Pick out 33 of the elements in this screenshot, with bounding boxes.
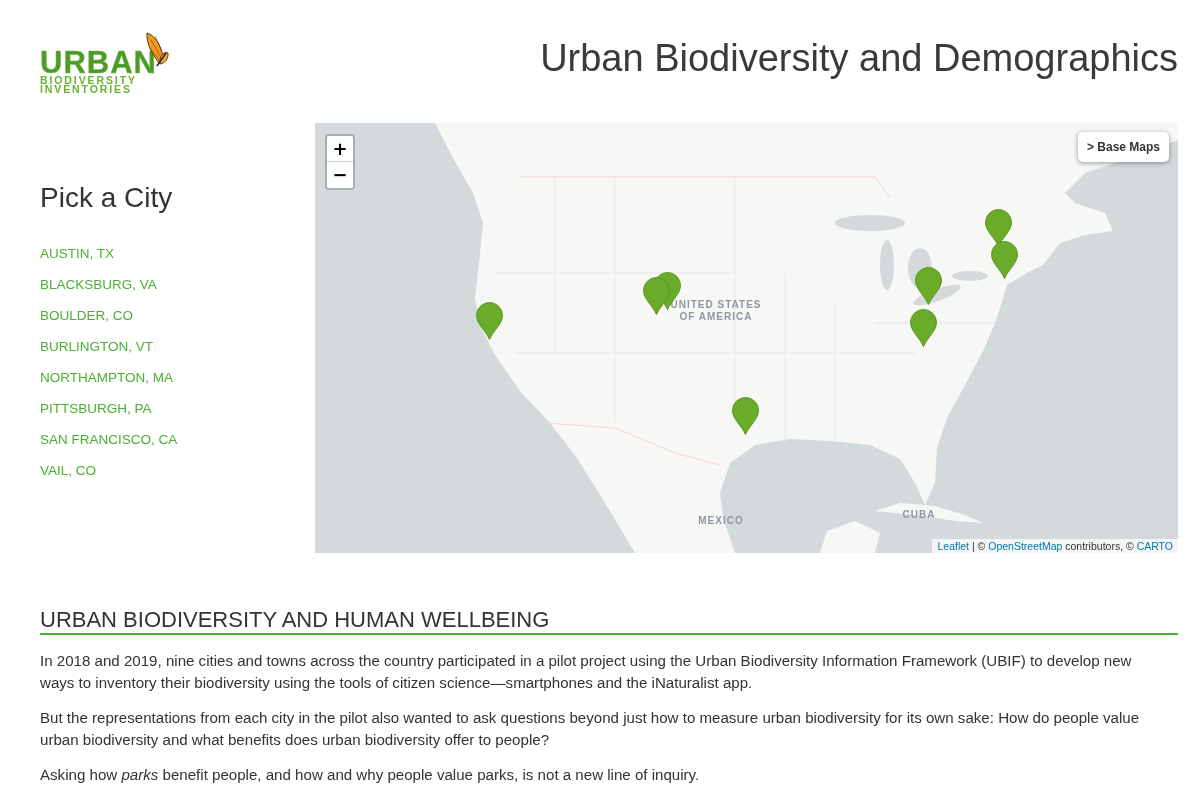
- sidebar-heading: Pick a City: [40, 181, 173, 215]
- city-link[interactable]: AUSTIN, TX: [40, 238, 114, 269]
- map-pin-icon[interactable]: [732, 397, 759, 435]
- page-title: Urban Biodiversity and Demographics: [540, 36, 1178, 81]
- city-link[interactable]: BLACKSBURG, VA: [40, 269, 157, 300]
- city-link[interactable]: BURLINGTON, VT: [40, 331, 154, 362]
- attribution-link[interactable]: OpenStreetMap: [988, 540, 1063, 552]
- zoom-out-button[interactable]: −: [327, 162, 353, 188]
- map-label: UNITED STATES OF AMERICA: [669, 299, 763, 323]
- section-heading: URBAN BIODIVERSITY AND HUMAN WELLBEING: [40, 607, 1178, 635]
- body-paragraph: In 2018 and 2019, nine cities and towns across the country participated in a pilot project using the Urban Biodiversity Information Framework (UBIF) to develop new ways to inventory their biodiversity using the tools of citizen science—smartphones and the iNaturalist app.: [40, 651, 1133, 693]
- body-paragraph: But the representations from each city in the pilot also wanted to ask questions beyond just how to measure urban biodiversity for its own sake: How do people value urban biodiversity and what benefits does urban biodiversity offer to people?: [40, 708, 1141, 750]
- city-link[interactable]: NORTHAMPTON, MA: [40, 362, 173, 393]
- map-pin-icon[interactable]: [476, 302, 503, 340]
- city-link[interactable]: BOULDER, CO: [40, 300, 134, 331]
- logo-text: URBAN: [40, 49, 157, 76]
- base-maps-button[interactable]: > Base Maps: [1077, 132, 1169, 162]
- city-link[interactable]: PITTSBURGH, PA: [40, 393, 152, 424]
- body-paragraph: Asking how parks benefit people, and how and why people value parks, is not a new line of inquiry.: [40, 765, 701, 785]
- map-attribution: Leaflet | © OpenStreetMap contributors, © CARTO: [932, 539, 1178, 553]
- attribution-link[interactable]: CARTO: [1136, 540, 1173, 552]
- attribution-link[interactable]: Leaflet: [937, 540, 969, 552]
- map-pin-icon[interactable]: [991, 241, 1018, 279]
- logo-text: INVENTORIES: [40, 85, 132, 94]
- map-pin-icon[interactable]: [910, 309, 937, 347]
- map-pin-icon[interactable]: [643, 277, 670, 315]
- city-link[interactable]: VAIL, CO: [40, 455, 97, 486]
- logo-text: BIODIVERSITY: [40, 76, 137, 85]
- map-pin-icon[interactable]: [985, 209, 1012, 247]
- map-label: CUBA: [902, 509, 936, 521]
- zoom-in-button[interactable]: +: [327, 136, 353, 162]
- map-label: MEXICO: [698, 515, 744, 527]
- city-link[interactable]: SAN FRANCISCO, CA: [40, 424, 178, 455]
